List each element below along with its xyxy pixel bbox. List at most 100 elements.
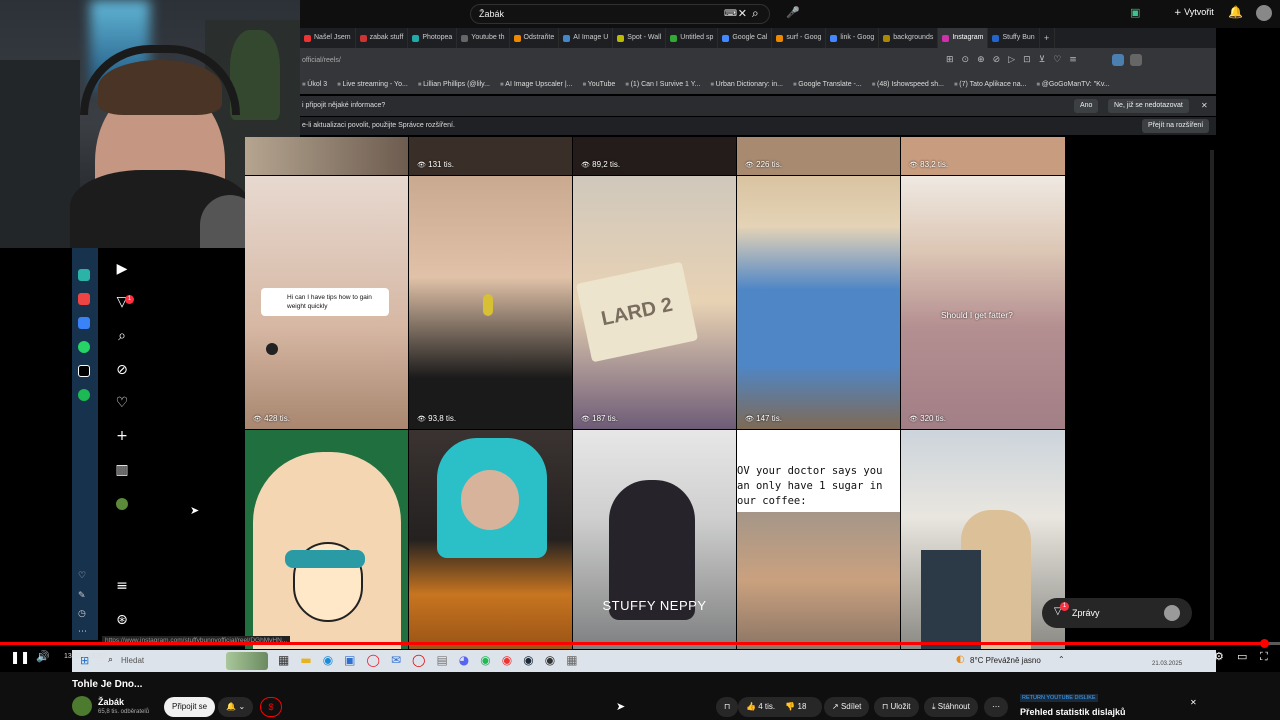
extension-icon[interactable]	[1112, 54, 1124, 66]
browser-tab[interactable]: link - Goog	[826, 28, 880, 48]
app-icon[interactable]	[78, 293, 90, 305]
bell-icon[interactable]: 🔔 ⌄	[218, 697, 254, 717]
super-thanks-icon[interactable]: $	[260, 697, 282, 717]
bookmark-item[interactable]: (1) Can I Survive 1 Y...	[625, 81, 701, 88]
heart-icon[interactable]: ♡	[112, 395, 132, 411]
browser-tab[interactable]: Untitled sp	[666, 28, 719, 48]
close-icon[interactable]: ✕	[1190, 698, 1197, 707]
share-button[interactable]: ↗ Sdílet	[824, 697, 870, 717]
studio-icon[interactable]: ▣	[1130, 6, 1140, 19]
bookmark-item[interactable]: Google Translate -...	[793, 81, 861, 88]
browser-tab[interactable]: backgrounds	[879, 28, 939, 48]
avatar[interactable]	[1256, 5, 1272, 21]
threads-icon[interactable]: ⊛	[112, 612, 132, 628]
heart-icon[interactable]: ♡	[78, 571, 90, 583]
reels-icon[interactable]: ▶	[112, 261, 132, 277]
browser-toolbar-icons[interactable]: ⊞⊙⊕⊘▷⊡⊻♡≡	[946, 55, 1085, 65]
save-button[interactable]: ⊓ Uložit	[874, 697, 919, 717]
messenger-icon[interactable]	[78, 317, 90, 329]
spotify-icon[interactable]	[78, 389, 90, 401]
browser-tab[interactable]: Stuffy Bun	[988, 28, 1040, 48]
download-button[interactable]: ⤓ Stáhnout	[924, 697, 978, 717]
create-button[interactable]: + Vytvořit	[1174, 7, 1214, 18]
app-icon[interactable]	[78, 269, 90, 281]
notifications-icon[interactable]: 🔔	[1228, 5, 1243, 19]
bookmark-item[interactable]: @GoGoManTV: "Kv...	[1036, 81, 1110, 88]
browser-tab[interactable]: Youtube th	[457, 28, 510, 48]
channel-avatar[interactable]	[72, 696, 92, 716]
volume-icon[interactable]: 🔊	[36, 650, 50, 663]
browser-tab[interactable]: Photopea	[408, 28, 458, 48]
browser-tab[interactable]: surf - Goog	[772, 28, 827, 48]
settings-icon[interactable]: ⚙	[1214, 650, 1224, 663]
bookmark-item[interactable]: Live streaming - Yo...	[337, 81, 407, 88]
reel-thumbnail[interactable]: Hi can I have tips how to gain weight qu…	[245, 176, 408, 429]
extension-icon[interactable]	[1130, 54, 1142, 66]
reel-thumbnail[interactable]: 131 tis.	[409, 137, 572, 175]
clip-icon[interactable]: ⊓	[716, 697, 739, 717]
x-icon[interactable]	[78, 365, 90, 377]
reel-thumbnail[interactable]: OV your doctor says you an only have 1 s…	[737, 430, 900, 649]
dislike-icon[interactable]: 👎	[785, 702, 795, 711]
bookmark-item[interactable]: Úkol 3	[302, 81, 327, 88]
keyboard-icon[interactable]: ⌨	[724, 5, 737, 23]
search-icon[interactable]: ⌕	[112, 328, 132, 344]
create-icon[interactable]: +	[112, 428, 132, 444]
menu-icon[interactable]: ≡	[112, 578, 132, 594]
reel-thumbnail[interactable]: STUFFY NEPPY	[573, 430, 736, 649]
channel-name[interactable]: Žabák	[98, 697, 124, 707]
search-icon[interactable]: ⌕	[752, 6, 759, 21]
whatsapp-icon[interactable]	[78, 341, 90, 353]
video-player[interactable]: ▣ + Vytvořit 🔔 Žabák ⌨ ✕ ⌕ 🎤 Našel Jsem z…	[0, 0, 1280, 672]
new-tab-icon[interactable]: +	[1040, 28, 1055, 48]
theater-icon[interactable]: ▭	[1237, 650, 1247, 663]
bookmark-item[interactable]: (7) Tato Aplikace na...	[954, 81, 1026, 88]
microphone-icon[interactable]: 🎤	[786, 6, 800, 19]
infobar-no-button[interactable]: Ne, již se nedotazovat	[1108, 99, 1189, 113]
search-input[interactable]: Žabák ⌨ ✕	[470, 4, 770, 24]
bookmark-item[interactable]: YouTube	[582, 81, 616, 88]
reel-thumbnail[interactable]: 226 tis.	[737, 137, 900, 175]
reel-thumbnail[interactable]: 89,2 tis.	[573, 137, 736, 175]
fullscreen-icon[interactable]: ⛶	[1260, 650, 1268, 664]
like-count[interactable]: 4 tis.	[758, 702, 775, 711]
reel-thumbnail[interactable]: 147 tis.	[737, 176, 900, 429]
browser-tab[interactable]: Instagram	[938, 28, 989, 48]
scrollbar[interactable]	[1210, 150, 1214, 640]
browser-tab[interactable]: Našel Jsem	[300, 28, 356, 48]
dashboard-icon[interactable]: ▥	[112, 462, 132, 478]
like-icon[interactable]: 👍	[746, 702, 756, 711]
clear-icon[interactable]: ✕	[738, 5, 747, 23]
bookmark-item[interactable]: Urban Dictionary: in...	[710, 81, 783, 88]
reel-thumbnail[interactable]: 83,2 tis.	[901, 137, 1065, 175]
browser-tab[interactable]: Spot - Wall	[613, 28, 667, 48]
profile-avatar[interactable]	[116, 498, 128, 510]
dislike-count[interactable]: 18	[798, 702, 807, 711]
browser-tab[interactable]: zabak stuff	[356, 28, 409, 48]
browser-tab[interactable]: AI Image U	[559, 28, 614, 48]
join-button[interactable]: Připojit se	[164, 697, 216, 717]
reel-thumbnail[interactable]	[901, 430, 1065, 649]
bookmark-item[interactable]: AI Image Upscaler |...	[500, 81, 572, 88]
browser-tab[interactable]: Google Cal	[718, 28, 773, 48]
messages-button[interactable]: ▽ 1 Zprávy	[1042, 598, 1192, 628]
close-icon[interactable]: ✕	[1201, 101, 1208, 110]
more-icon[interactable]: ⋯	[78, 627, 90, 639]
history-icon[interactable]: ◷	[78, 609, 90, 621]
bookmark-item[interactable]: Lillian Phillips (@lily...	[418, 81, 490, 88]
bookmark-item[interactable]: (48) Ishowspeed sh...	[872, 81, 944, 88]
pause-icon[interactable]: ❚❚	[10, 650, 30, 664]
go-to-extensions-button[interactable]: Přejít na rozšíření	[1142, 119, 1210, 133]
edit-icon[interactable]: ✎	[78, 591, 90, 603]
reel-thumbnail[interactable]: 93,8 tis.	[409, 176, 572, 429]
reel-thumbnail[interactable]	[245, 430, 408, 649]
infobar-yes-button[interactable]: Ano	[1074, 99, 1099, 113]
more-icon[interactable]: ⋯	[984, 697, 1008, 717]
browser-tab[interactable]: Odstraňte	[510, 28, 560, 48]
reel-thumbnail[interactable]	[409, 430, 572, 649]
reel-thumbnail[interactable]: LARD 2 187 tis.	[573, 176, 736, 429]
compass-icon[interactable]: ⊘	[112, 362, 132, 378]
reel-thumbnail[interactable]	[245, 137, 408, 175]
address-bar[interactable]: official/reels/ ⊞⊙⊕⊘▷⊡⊻♡≡	[300, 48, 1216, 74]
reel-thumbnail[interactable]: Should I get fatter? 320 tis.	[901, 176, 1065, 429]
